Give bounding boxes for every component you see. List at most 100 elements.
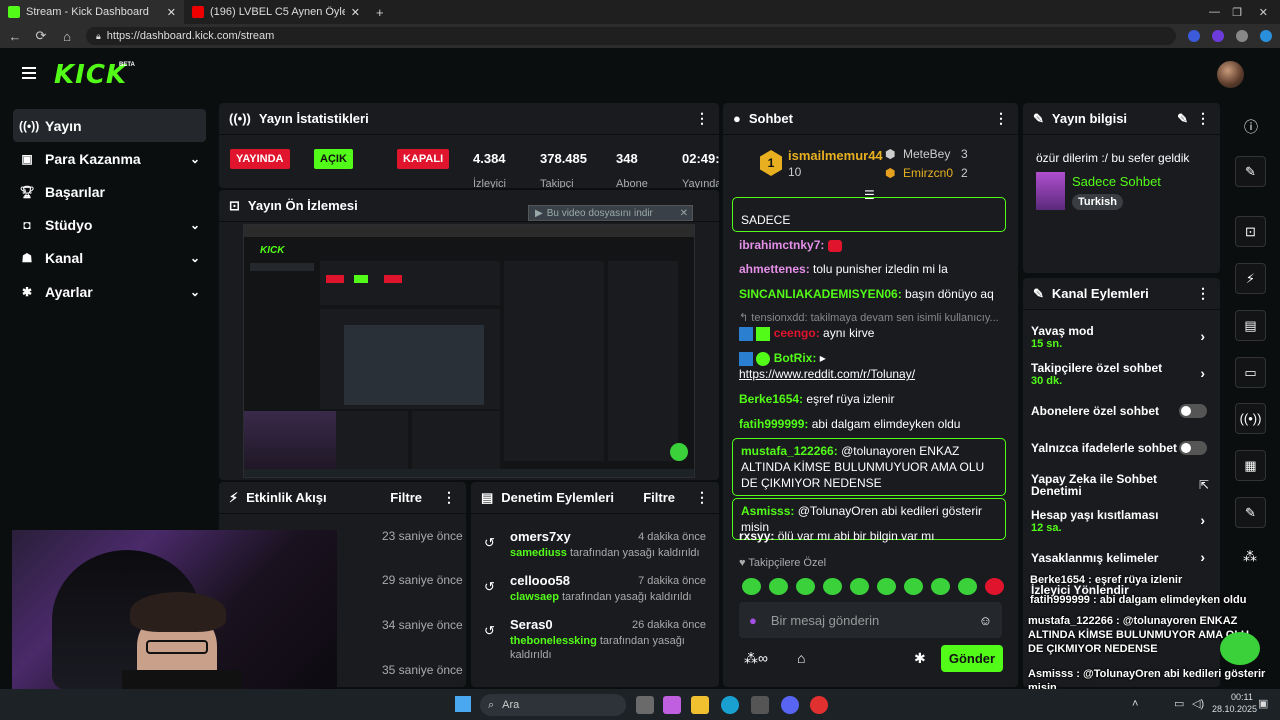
- chat-username[interactable]: rxsyy:: [739, 529, 774, 543]
- stream-preview-video[interactable]: KICK: [243, 224, 695, 478]
- category-thumbnail[interactable]: [1036, 172, 1065, 210]
- sidebar-item-kanal[interactable]: ☗ Kanal ⌄: [13, 241, 206, 274]
- menu-icon[interactable]: [22, 67, 36, 79]
- chat-username[interactable]: ahmettenes:: [739, 262, 810, 276]
- emote-icon[interactable]: [904, 578, 923, 595]
- tray-chevron-icon[interactable]: ˄: [1132, 698, 1138, 710]
- obs-icon[interactable]: [810, 696, 828, 714]
- profile-icon[interactable]: [1236, 30, 1248, 42]
- taskbar-search[interactable]: ⌕ Ara: [480, 694, 626, 716]
- browser-tab-youtube[interactable]: (196) LVBEL C5 Aynen Öyle S... ✕: [184, 0, 368, 24]
- chat-username[interactable]: Asmisss:: [741, 504, 794, 518]
- sidebar-item-para-kazanma[interactable]: ▣ Para Kazanma ⌄: [13, 142, 206, 175]
- activity-toggle-button[interactable]: ⚡︎: [1235, 263, 1266, 294]
- back-icon[interactable]: ←: [8, 29, 22, 44]
- info-icon[interactable]: ⓘ: [1244, 117, 1258, 137]
- slow-mode-row[interactable]: Yavaş mod 15 sn. ›: [1031, 324, 1213, 352]
- emoji-icon[interactable]: ☺: [979, 613, 992, 628]
- chat-username[interactable]: SINCANLIAKADEMISYEN06:: [739, 287, 902, 301]
- emote-icon[interactable]: [769, 578, 788, 595]
- layout-button[interactable]: ▦: [1235, 450, 1266, 481]
- home-icon[interactable]: ⌂: [60, 29, 74, 44]
- ai-moderation-row[interactable]: Yapay Zeka ile Sohbet Denetimi: [1031, 473, 1181, 499]
- sidebar-item-ayarlar[interactable]: ✱ Ayarlar ⌄: [13, 275, 206, 308]
- emote-icon[interactable]: [823, 578, 842, 595]
- more-icon[interactable]: ⋮: [695, 489, 709, 506]
- banned-words-row[interactable]: Yasaklanmış kelimeler ›: [1031, 549, 1213, 567]
- chat-username[interactable]: Berke1654:: [739, 392, 803, 406]
- sidebar-item-basarilar[interactable]: 🏆︎ Başarılar: [13, 175, 206, 208]
- top-gifter-name[interactable]: Emirzcn0: [903, 166, 953, 180]
- chat-username[interactable]: BotRix:: [774, 351, 817, 365]
- more-icon[interactable]: ⋮: [1196, 285, 1210, 302]
- task-view-icon[interactable]: [636, 696, 654, 714]
- emote-icon[interactable]: [877, 578, 896, 595]
- stream-category[interactable]: Sadece Sohbet: [1072, 174, 1161, 189]
- moderation-row[interactable]: ↺ omers7xy 4 dakika önce samediuss taraf…: [484, 529, 706, 569]
- points-icon[interactable]: ⁂∞: [744, 650, 768, 667]
- minimize-icon[interactable]: —: [1209, 6, 1220, 18]
- more-icon[interactable]: ⋮: [695, 110, 709, 127]
- edge-icon[interactable]: [721, 696, 739, 714]
- edit-icon[interactable]: ✎: [1177, 111, 1188, 127]
- moderation-row[interactable]: ↺ Seras0 26 dakika önce thebonelessking …: [484, 617, 706, 667]
- more-icon[interactable]: ⋮: [994, 110, 1008, 127]
- microphone-icon[interactable]: ●: [749, 613, 757, 628]
- avatar[interactable]: [1217, 61, 1244, 88]
- maximize-icon[interactable]: ❐: [1232, 6, 1242, 19]
- gear-icon[interactable]: ✱: [914, 650, 926, 667]
- more-icon[interactable]: ⋮: [1196, 110, 1210, 127]
- preview-toggle-button[interactable]: ⊡: [1235, 216, 1266, 247]
- sidebar-item-yayin[interactable]: ((•)) Yayın: [13, 109, 206, 142]
- subscribers-only-toggle[interactable]: [1179, 404, 1207, 418]
- chat-username[interactable]: ceengo:: [774, 326, 820, 340]
- filter-button[interactable]: Filtre: [390, 490, 422, 505]
- close-icon[interactable]: ✕: [680, 208, 692, 219]
- emote-icon[interactable]: [931, 578, 950, 595]
- account-age-row[interactable]: Hesap yaşı kısıtlaması 12 sa. ›: [1031, 508, 1213, 536]
- emote-icon[interactable]: [958, 578, 977, 595]
- chat-username[interactable]: mustafa_122266:: [741, 444, 838, 458]
- close-icon[interactable]: ✕: [167, 6, 176, 19]
- extension-icon[interactable]: [1212, 30, 1224, 42]
- followers-only-row[interactable]: Takipçilere özel sohbet 30 dk. ›: [1031, 361, 1213, 389]
- discord-icon[interactable]: [781, 696, 799, 714]
- top-gifter-name[interactable]: MeteBey: [903, 147, 950, 161]
- copilot-icon[interactable]: [1260, 30, 1272, 42]
- tools-button[interactable]: ✎: [1235, 497, 1266, 528]
- edit-stream-button[interactable]: ✎: [1235, 156, 1266, 187]
- window-close-icon[interactable]: ✕: [1259, 6, 1268, 19]
- close-icon[interactable]: ✕: [351, 6, 360, 19]
- reload-icon[interactable]: ⟳: [34, 28, 48, 44]
- send-button[interactable]: Gönder: [941, 645, 1003, 672]
- emote-icon[interactable]: [742, 578, 761, 595]
- notification-icon[interactable]: ▣: [1258, 697, 1268, 710]
- new-tab-icon[interactable]: +: [368, 5, 392, 20]
- file-explorer-icon[interactable]: [691, 696, 709, 714]
- download-video-button[interactable]: ▶ Bu video dosyasını indir ✕: [528, 205, 693, 221]
- store-icon[interactable]: ⌂: [797, 650, 805, 666]
- emote-icon[interactable]: [985, 578, 1004, 595]
- top-gifter-name[interactable]: ismailmemur44: [788, 148, 883, 163]
- chat-username[interactable]: fatih999999:: [739, 417, 808, 431]
- copilot-app-icon[interactable]: [663, 696, 681, 714]
- moderation-row[interactable]: ↺ cellooo58 7 dakika önce clawsaep taraf…: [484, 573, 706, 613]
- clock-time[interactable]: 00:11: [1231, 692, 1253, 702]
- broadcast-toggle-button[interactable]: ((•)): [1235, 403, 1266, 434]
- url-field[interactable]: 🔒︎ https://dashboard.kick.com/stream: [86, 27, 1176, 45]
- more-icon[interactable]: ⋮: [442, 489, 456, 506]
- emote-only-toggle[interactable]: [1179, 441, 1207, 455]
- kick-logo[interactable]: KICK: [54, 60, 127, 90]
- chat-input[interactable]: ● Bir mesaj gönderin ☺: [739, 602, 1002, 638]
- apps-icon[interactable]: ⁂: [1243, 548, 1257, 565]
- emote-only-row[interactable]: Yalnızca ifadelerle sohbet: [1031, 441, 1213, 457]
- filter-button[interactable]: Filtre: [643, 490, 675, 505]
- clock-date[interactable]: 28.10.2025: [1212, 704, 1257, 714]
- chat-link[interactable]: https://www.reddit.com/r/Tolunay/: [739, 367, 915, 381]
- moderation-toggle-button[interactable]: ▤: [1235, 310, 1266, 341]
- browser-tab-kick[interactable]: Stream - Kick Dashboard ✕: [0, 0, 184, 24]
- emote-icon[interactable]: [796, 578, 815, 595]
- chat-username[interactable]: ibrahimctnky7:: [739, 238, 824, 252]
- chat-toggle-button[interactable]: ▭: [1235, 357, 1266, 388]
- external-link-icon[interactable]: ⇱: [1199, 478, 1209, 492]
